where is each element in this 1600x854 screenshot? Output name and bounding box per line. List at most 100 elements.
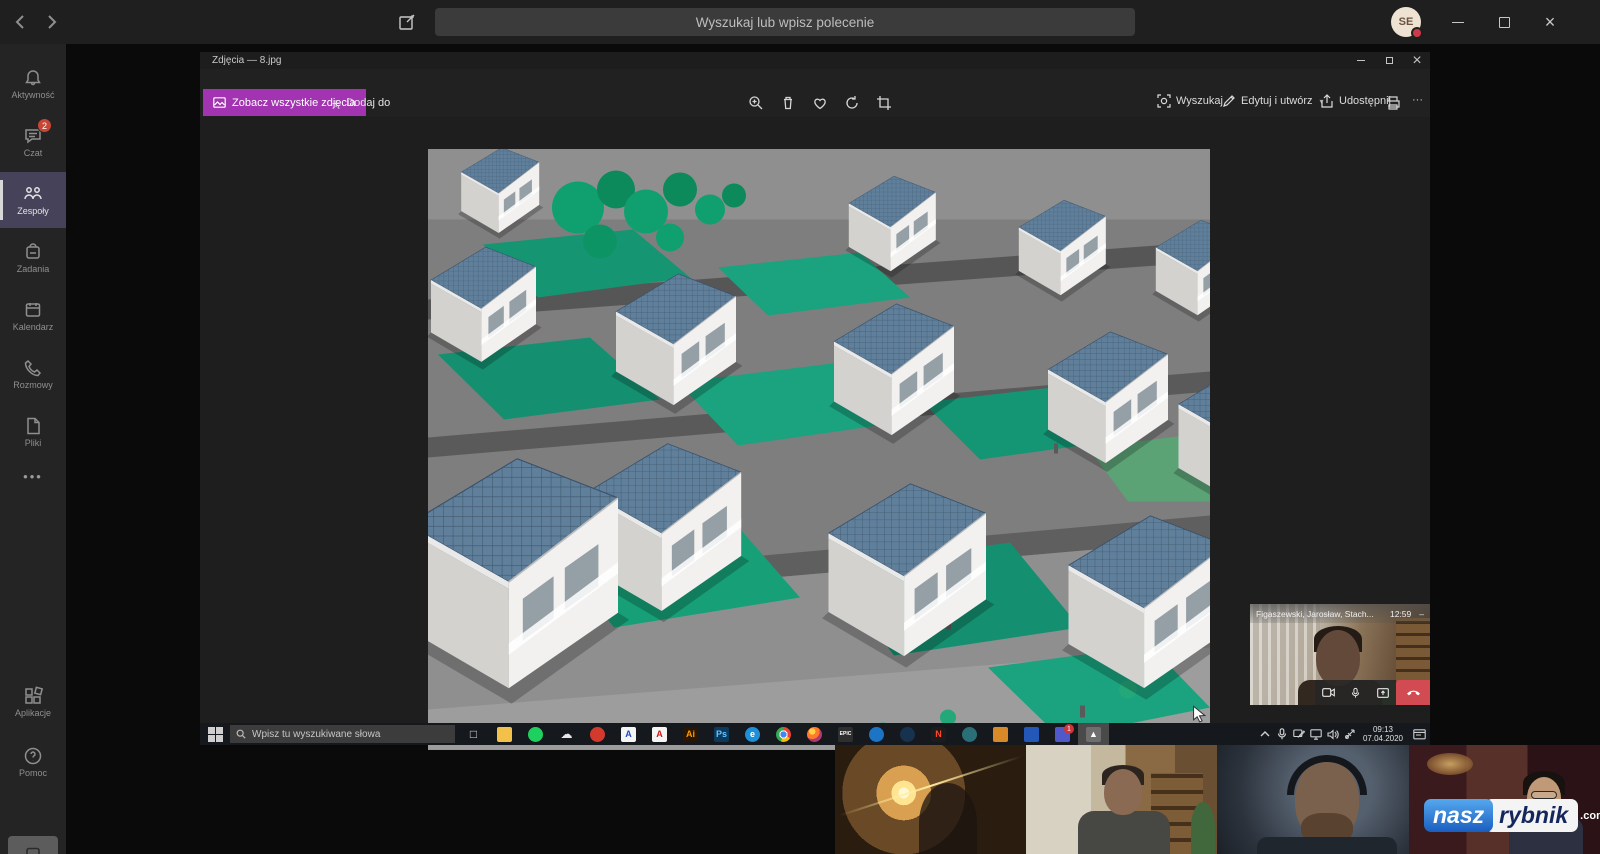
display-icon[interactable] [1307,723,1324,745]
call-window-header: Figaszewski, Jarosław, Stach... 12:59 – [1250,604,1430,623]
participant-video-2 [1026,745,1217,854]
teams-sidebar: Aktywność 2 Czat Zespoły Zadania Kalenda… [0,44,66,854]
compose-icon[interactable] [398,13,416,31]
hangup-button[interactable] [1396,680,1430,705]
nitro-icon[interactable]: N [923,723,954,745]
minimize-icon[interactable]: – [1419,609,1424,619]
forward-chevron-icon[interactable] [42,13,60,31]
maximize-icon[interactable] [1482,0,1526,44]
chevron-up-icon[interactable] [1256,723,1273,745]
bell-icon [25,70,41,86]
clock-date: 07.04.2020 [1362,734,1404,743]
file-explorer-icon[interactable] [489,723,520,745]
photo-canvas [200,117,1430,750]
touch-pen-icon[interactable] [1290,723,1307,745]
more-options-button[interactable]: ··· [1412,94,1423,106]
photoshop-icon[interactable]: Ps [706,723,737,745]
sidebar-item-label: Aplikacje [14,708,52,718]
crop-button[interactable] [873,92,895,114]
teams-taskbar-icon[interactable]: 1 [1047,723,1078,745]
minimize-icon[interactable] [1348,52,1374,69]
discord-icon[interactable] [954,723,985,745]
share-screen-button[interactable] [1369,680,1396,705]
taskbar-clock[interactable]: 09:13 07.04.2020 [1358,725,1408,743]
usb-icon[interactable] [1341,723,1358,745]
headphones [1287,755,1367,795]
spotify-icon[interactable] [520,723,551,745]
photos-titlebar[interactable]: Zdjęcia — 8.jpg × [200,52,1430,69]
speaker-icon[interactable] [1324,723,1341,745]
autocad-icon[interactable]: A [613,723,644,745]
opera-icon[interactable] [582,723,613,745]
chrome-icon[interactable] [768,723,799,745]
start-button[interactable] [206,726,224,742]
delete-button[interactable] [777,92,799,114]
status-busy-dot [1411,27,1423,39]
edge-icon[interactable]: e [737,723,768,745]
illustrator-icon[interactable]: Ai [675,723,706,745]
photo-icon [213,97,226,108]
sidebar-item-label: Pliki [24,438,42,448]
zoom-button[interactable] [745,92,767,114]
sidebar-item-assignments[interactable]: Zadania [0,230,66,286]
acrobat-icon[interactable]: A [644,723,675,745]
call-controls [1315,680,1430,705]
photos-taskbar-icon[interactable]: ▲ [1078,723,1109,745]
sidebar-item-activity[interactable]: Aktywność [0,56,66,112]
sidebar-item-help[interactable]: Pomoc [0,734,66,790]
epic-games-icon[interactable]: EPIC [830,723,861,745]
microphone-icon[interactable] [1273,723,1290,745]
sidebar-item-apps[interactable]: Aplikacje [0,674,66,730]
hangup-icon [1406,690,1420,696]
rotate-icon [846,96,858,109]
sidebar-item-teams[interactable]: Zespoły [0,172,66,228]
button-label: Dodaj do [346,96,391,109]
apps-grid-icon [25,686,43,704]
action-center-icon[interactable] [1408,723,1430,745]
mic-icon [1351,687,1360,698]
favorite-button[interactable] [809,92,831,114]
steam-icon[interactable] [892,723,923,745]
help-icon [24,747,42,765]
call-participants-label: Figaszewski, Jarosław, Stach... [1256,608,1374,619]
close-icon[interactable]: × [1528,0,1572,44]
sidebar-item-label: Kalendarz [12,322,54,332]
sidebar-item-files[interactable]: Pliki [0,404,66,460]
minimize-icon[interactable] [1436,0,1480,44]
sidebar-item-label: Pomoc [18,768,47,778]
rotate-button[interactable] [841,92,863,114]
sidebar-item-label: Zadania [16,264,50,274]
photos-search-button[interactable]: Wyszukaj [1157,94,1223,108]
add-to-button[interactable]: + Dodaj do [324,89,398,116]
share-button[interactable]: Udostępnij [1320,94,1391,108]
sidebar-item-label: Rozmowy [13,380,53,390]
avatar[interactable]: SE [1391,7,1423,39]
camera-button[interactable] [1315,680,1342,705]
back-chevron-icon[interactable] [12,13,30,31]
movies-app-icon[interactable] [1016,723,1047,745]
obs-icon[interactable] [861,723,892,745]
calculator-icon[interactable] [985,723,1016,745]
print-button[interactable] [1382,92,1404,114]
sidebar-more-button[interactable]: ••• [0,456,66,496]
photo-image[interactable] [428,149,1210,750]
sidebar-item-calls[interactable]: Rozmowy [0,346,66,402]
firefox-icon[interactable] [799,723,830,745]
files-icon [27,417,40,435]
teams-call-monitor-window[interactable]: Figaszewski, Jarosław, Stach... 12:59 – [1250,604,1430,705]
teams-search-input[interactable]: Wyszukaj lub wpisz polecenie [435,8,1135,36]
task-view-icon[interactable]: □ [458,723,489,745]
sidebar-item-chat[interactable]: 2 Czat [0,114,66,170]
edit-create-button[interactable]: Edytuj i utwórz ▾ [1222,94,1324,108]
watermark-com: .com [1580,809,1600,822]
mic-button[interactable] [1342,680,1369,705]
mobile-app-button[interactable] [8,836,58,854]
watermark-rybnik: rybnik [1499,802,1569,828]
onedrive-icon[interactable]: ☁ [551,723,582,745]
avatar-initials: SE [1398,16,1414,28]
windows-search-input[interactable]: Wpisz tu wyszukiwane słowa [230,725,455,743]
sidebar-item-calendar[interactable]: Kalendarz [0,288,66,344]
restore-icon[interactable] [1376,52,1402,69]
close-icon[interactable]: × [1404,52,1430,69]
mobile-device-icon [26,847,40,854]
